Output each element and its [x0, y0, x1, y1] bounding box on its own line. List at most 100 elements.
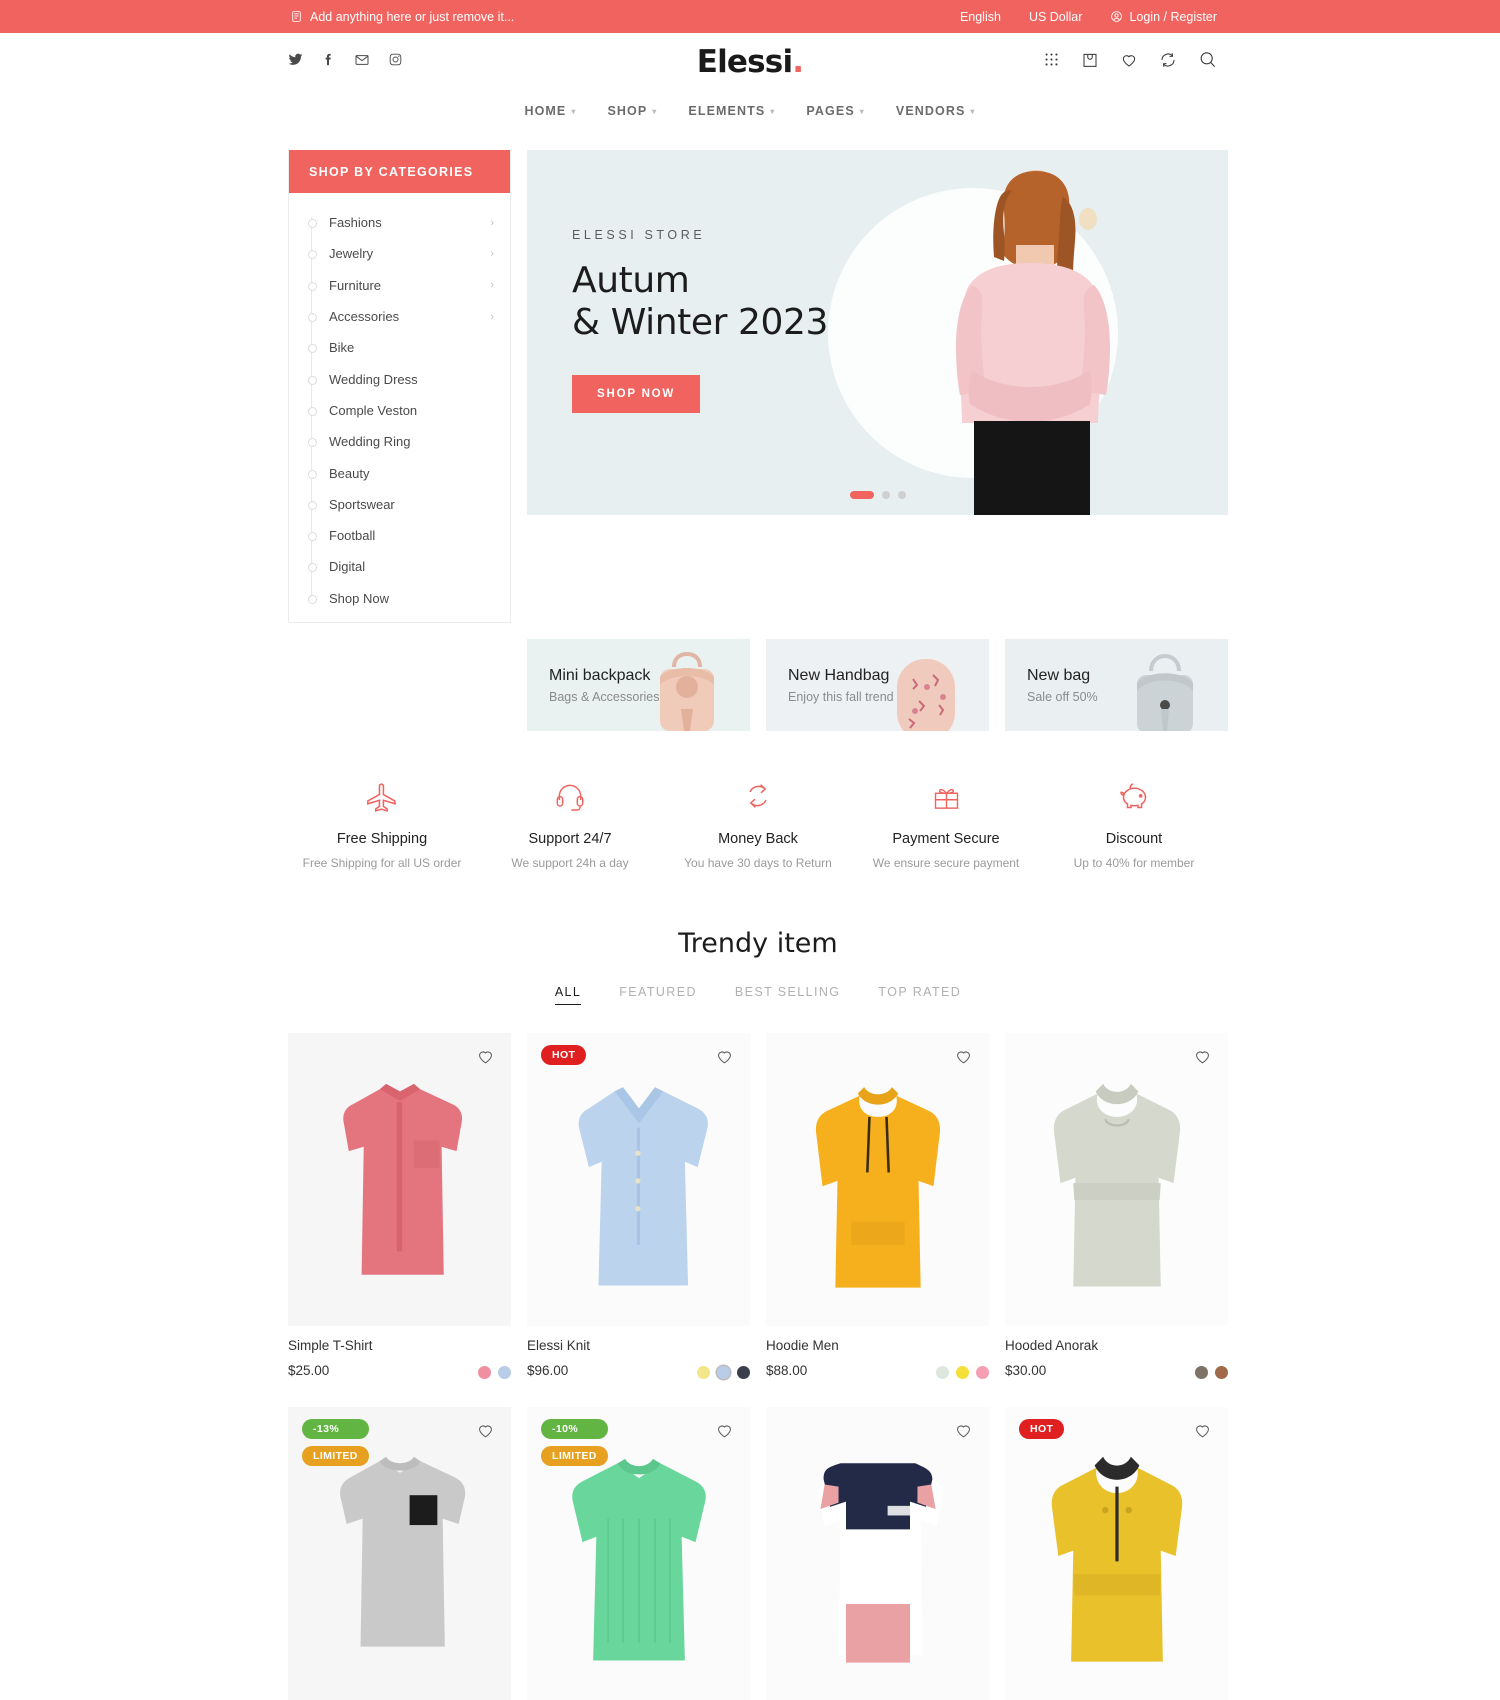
tab-all[interactable]: ALL [554, 985, 582, 1005]
chevron-right-icon: › [490, 310, 494, 323]
product-price: $88.00 [766, 1363, 808, 1378]
sidebar-item-football[interactable]: Football [289, 520, 510, 551]
twitter-icon[interactable] [288, 52, 303, 72]
hero-dot-3[interactable] [897, 491, 906, 499]
hero-banner[interactable]: ELESSI STORE Autum & Winter 2023 SHOP NO… [527, 150, 1228, 515]
product-name: Simple T-Shirt [288, 1338, 373, 1353]
megaphone-icon [290, 10, 303, 23]
service-title: Payment Secure [892, 831, 1000, 847]
product-card[interactable]: Hooded Anorak $30.00 [1005, 1033, 1228, 1379]
color-swatch[interactable] [936, 1366, 949, 1379]
apps-grid-icon[interactable] [1043, 51, 1060, 73]
instagram-icon[interactable] [388, 52, 403, 72]
green-knit-sweater-image [559, 1444, 719, 1664]
hero-dot-2[interactable] [881, 491, 890, 499]
wishlist-heart-icon[interactable] [1193, 1047, 1212, 1071]
sidebar-item-shop-now[interactable]: Shop Now [289, 583, 510, 614]
product-image[interactable] [1005, 1033, 1228, 1326]
product-image[interactable] [288, 1033, 511, 1326]
wishlist-heart-icon[interactable] [1193, 1421, 1212, 1445]
site-logo[interactable]: Elessi. [697, 44, 804, 80]
email-icon[interactable] [354, 52, 370, 73]
sidebar-item-digital[interactable]: Digital [289, 551, 510, 582]
promo-card-3[interactable]: New bag Sale off 50% [1005, 639, 1228, 731]
wishlist-heart-icon[interactable] [715, 1047, 734, 1071]
color-swatch[interactable] [717, 1366, 730, 1379]
sidebar-item-beauty[interactable]: Beauty [289, 457, 510, 488]
color-swatch[interactable] [1215, 1366, 1228, 1379]
product-image[interactable] [766, 1033, 989, 1326]
badge-hot: HOT [541, 1045, 587, 1065]
currency-selector[interactable]: US Dollar [1029, 10, 1083, 24]
language-selector[interactable]: English [960, 10, 1001, 24]
sidebar-item-wedding-ring[interactable]: Wedding Ring [289, 426, 510, 457]
color-swatch[interactable] [478, 1366, 491, 1379]
hero-dot-1[interactable] [849, 491, 874, 499]
service-money-back: Money Back You have 30 days to Return [664, 775, 852, 870]
product-image[interactable]: -13% LIMITED [288, 1407, 511, 1700]
wishlist-heart-icon[interactable] [476, 1421, 495, 1445]
top-notice: Add anything here or just remove it... [290, 10, 514, 24]
sidebar-item-fashions[interactable]: Fashions › [289, 207, 510, 238]
facebook-icon[interactable] [321, 52, 336, 72]
color-swatch[interactable] [1195, 1366, 1208, 1379]
nav-item-shop[interactable]: SHOP ▾ [607, 104, 657, 118]
color-swatch[interactable] [697, 1366, 710, 1379]
color-swatch[interactable] [737, 1366, 750, 1379]
nav-item-pages[interactable]: PAGES ▾ [806, 104, 864, 118]
wishlist-heart-icon[interactable] [954, 1047, 973, 1071]
shopping-bag-icon[interactable] [1081, 51, 1099, 74]
product-image[interactable] [766, 1407, 989, 1700]
sidebar-item-bike[interactable]: Bike [289, 332, 510, 363]
product-card[interactable]: Hoodie Men $88.00 [766, 1033, 989, 1379]
sidebar-item-comple-veston[interactable]: Comple Veston [289, 395, 510, 426]
chevron-down-icon: ▾ [571, 106, 577, 116]
nav-item-vendors[interactable]: VENDORS ▾ [896, 104, 976, 118]
product-card[interactable]: HOT [1005, 1407, 1228, 1700]
product-card[interactable] [766, 1407, 989, 1700]
color-swatch[interactable] [976, 1366, 989, 1379]
wishlist-heart-icon[interactable] [954, 1421, 973, 1445]
sidebar-item-jewelry[interactable]: Jewelry › [289, 238, 510, 269]
tab-best-selling[interactable]: BEST SELLING [735, 985, 841, 1005]
sidebar-item-accessories[interactable]: Accessories › [289, 301, 510, 332]
promo-card-1[interactable]: Mini backpack Bags & Accessories [527, 639, 750, 731]
search-icon[interactable] [1198, 50, 1217, 74]
product-card[interactable]: HOT Elessi Knit $96.00 [527, 1033, 750, 1379]
chevron-down-icon: ▾ [770, 106, 776, 116]
tab-top-rated[interactable]: TOP RATED [878, 985, 961, 1005]
wishlist-heart-icon[interactable] [476, 1047, 495, 1071]
airplane-icon [288, 775, 476, 817]
sidebar-item-sportswear[interactable]: Sportswear [289, 489, 510, 520]
product-image[interactable]: -10% LIMITED [527, 1407, 750, 1700]
product-card[interactable]: -10% LIMITED [527, 1407, 750, 1700]
logo-dot: . [792, 44, 804, 80]
promo-card-2[interactable]: New Handbag Enjoy this fall trend [766, 639, 989, 731]
compare-icon[interactable] [1159, 51, 1177, 74]
product-price: $96.00 [527, 1363, 569, 1378]
product-name: Hooded Anorak [1005, 1338, 1099, 1353]
wishlist-heart-icon[interactable] [1120, 51, 1138, 74]
color-swatch[interactable] [956, 1366, 969, 1379]
nav-item-home[interactable]: HOME ▾ [524, 104, 576, 118]
product-image[interactable]: HOT [1005, 1407, 1228, 1700]
product-image[interactable]: HOT [527, 1033, 750, 1326]
color-swatch[interactable] [498, 1366, 511, 1379]
badge-discount: -10% [541, 1419, 608, 1439]
sidebar-item-label: Shop Now [329, 590, 389, 606]
product-color-swatches [1195, 1338, 1228, 1379]
tab-featured[interactable]: FEATURED [619, 985, 697, 1005]
product-card[interactable]: Simple T-Shirt $25.00 [288, 1033, 511, 1379]
nav-item-elements[interactable]: ELEMENTS ▾ [688, 104, 775, 118]
service-subtitle: Free Shipping for all US order [302, 856, 462, 870]
product-card[interactable]: -13% LIMITED [288, 1407, 511, 1700]
login-register-link[interactable]: Login / Register [1110, 10, 1217, 24]
product-badges: HOT [1019, 1419, 1065, 1439]
wishlist-heart-icon[interactable] [715, 1421, 734, 1445]
sidebar-item-furniture[interactable]: Furniture › [289, 270, 510, 301]
product-meta: Hoodie Men $88.00 [766, 1338, 989, 1379]
hero-shop-now-button[interactable]: SHOP NOW [572, 374, 701, 413]
sidebar-item-wedding-dress[interactable]: Wedding Dress [289, 363, 510, 394]
promo-card-row: Mini backpack Bags & Accessories New Handb… [527, 639, 1228, 731]
sidebar-title: SHOP BY CATEGORIES [289, 150, 510, 193]
